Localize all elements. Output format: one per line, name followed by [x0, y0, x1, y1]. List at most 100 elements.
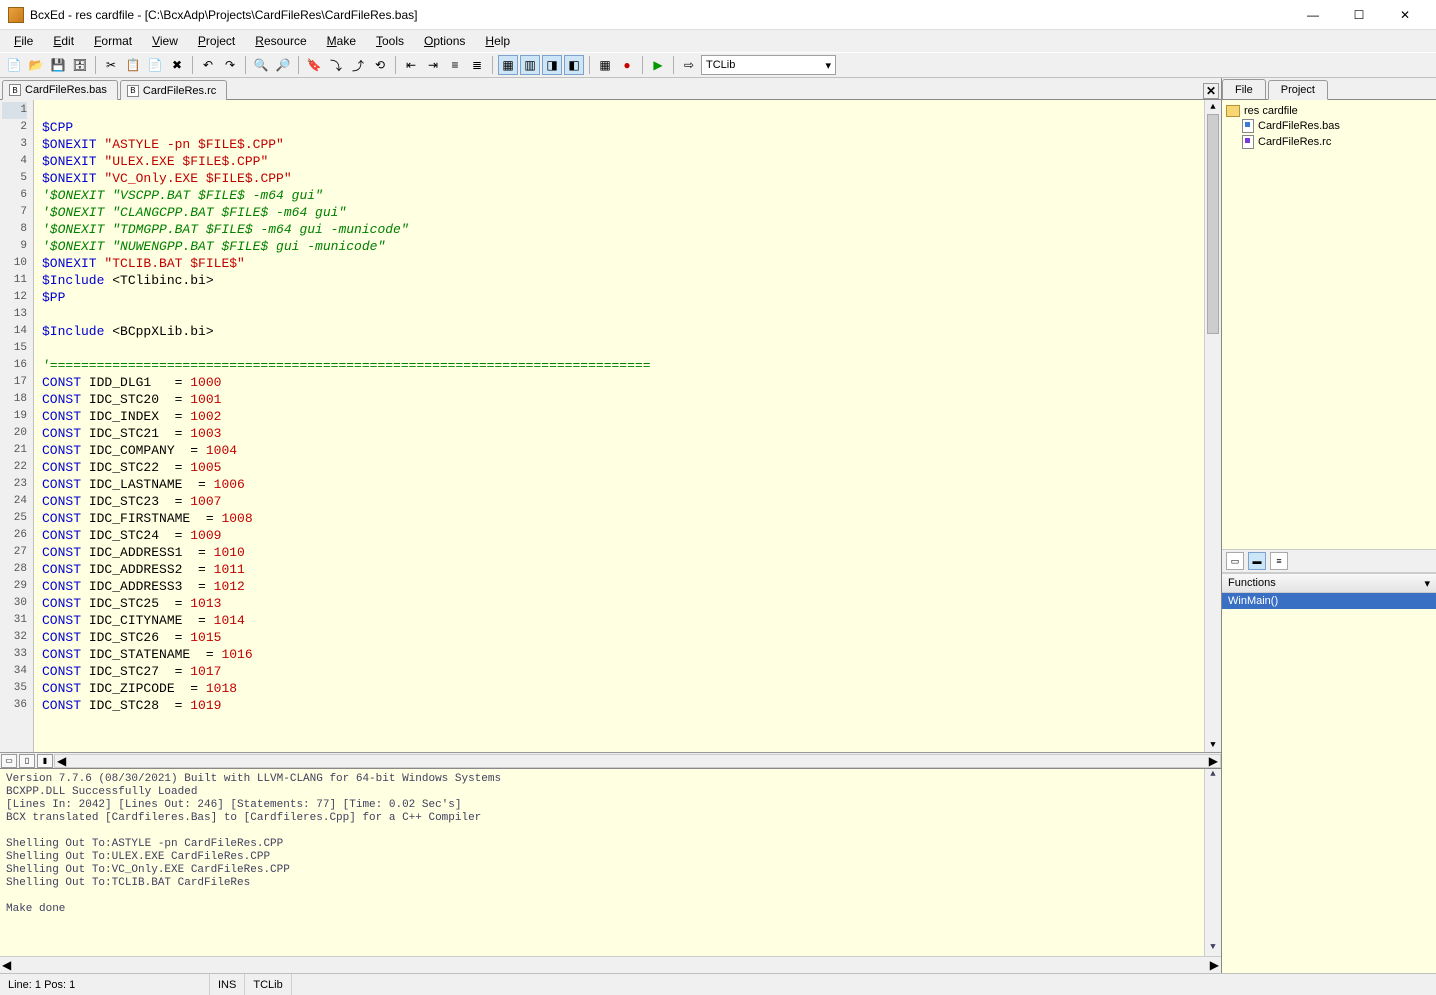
toolbar-separator	[192, 56, 193, 74]
scroll-up-icon[interactable]: ▲	[1205, 769, 1221, 783]
scroll-right-icon[interactable]: ▶	[1210, 958, 1219, 972]
editor-vertical-scrollbar[interactable]: ▲ ▼	[1204, 100, 1221, 752]
indent-button[interactable]: ⇥	[423, 55, 443, 75]
window-controls: — ☐ ✕	[1290, 0, 1428, 30]
scroll-up-icon[interactable]: ▲	[1205, 100, 1221, 114]
toggle-panel-1-button[interactable]: ▦	[498, 55, 518, 75]
toolbar-separator	[298, 56, 299, 74]
file-icon	[1242, 119, 1254, 133]
toolbar-separator	[95, 56, 96, 74]
replace-button[interactable]: 🔎	[273, 55, 293, 75]
tab-label: CardFileRes.rc	[143, 85, 216, 97]
find-button[interactable]: 🔍	[251, 55, 271, 75]
file-icon: B	[127, 85, 139, 97]
copy-button[interactable]: 📋	[123, 55, 143, 75]
status-bar: Line: 1 Pos: 1 INS TCLib	[0, 973, 1436, 995]
tree-file[interactable]: CardFileRes.bas	[1224, 118, 1434, 134]
side-view-2-button[interactable]: ▬	[1248, 552, 1266, 570]
chevron-down-icon: ▾	[1424, 577, 1430, 590]
uncomment-button[interactable]: ≣	[467, 55, 487, 75]
functions-list[interactable]: WinMain()	[1222, 593, 1436, 973]
menu-project[interactable]: Project	[190, 32, 243, 50]
scroll-left-icon[interactable]: ◀	[57, 754, 66, 768]
open-file-button[interactable]: 📂	[26, 55, 46, 75]
functions-label: Functions	[1228, 577, 1276, 589]
view-mode-3-button[interactable]: ▮	[37, 754, 53, 768]
file-tabs-row: B CardFileRes.bas B CardFileRes.rc ✕	[0, 78, 1221, 100]
scroll-left-icon[interactable]: ◀	[2, 958, 11, 972]
status-compiler: TCLib	[245, 974, 291, 995]
menu-help[interactable]: Help	[477, 32, 518, 50]
view-mode-1-button[interactable]: ▭	[1, 754, 17, 768]
side-view-1-button[interactable]: ▭	[1226, 552, 1244, 570]
menu-tools[interactable]: Tools	[368, 32, 412, 50]
redo-button[interactable]: ↷	[220, 55, 240, 75]
cut-button[interactable]: ✂	[101, 55, 121, 75]
new-file-button[interactable]: 📄	[4, 55, 24, 75]
scroll-down-icon[interactable]: ▼	[1205, 942, 1221, 956]
menu-options[interactable]: Options	[416, 32, 473, 50]
output-vertical-scrollbar[interactable]: ▲ ▼	[1204, 769, 1221, 956]
tree-file-label: CardFileRes.bas	[1258, 120, 1340, 132]
tab-label: CardFileRes.bas	[25, 84, 107, 96]
close-button[interactable]: ✕	[1382, 0, 1428, 30]
side-tabs: File Project	[1222, 78, 1436, 100]
toolbar-separator	[245, 56, 246, 74]
step-button[interactable]: ⇨	[679, 55, 699, 75]
project-tree[interactable]: res cardfile CardFileRes.bas CardFileRes.…	[1222, 100, 1436, 549]
bookmark-next-button[interactable]: ⤵	[326, 55, 346, 75]
output-text[interactable]: Version 7.7.6 (08/30/2021) Built with LL…	[0, 769, 1204, 956]
editor-horizontal-scrollbar[interactable]: ◀ ▶	[54, 754, 1221, 768]
menu-edit[interactable]: Edit	[45, 32, 82, 50]
menu-resource[interactable]: Resource	[247, 32, 314, 50]
toolbar-separator	[395, 56, 396, 74]
file-icon: B	[9, 84, 21, 96]
menu-bar: FileEditFormatViewProjectResource MakeToo…	[0, 30, 1436, 52]
run-button[interactable]: ▶	[648, 55, 668, 75]
minimize-button[interactable]: —	[1290, 0, 1336, 30]
code-editor[interactable]: 1234567891011121314151617181920212223242…	[0, 100, 1221, 752]
delete-button[interactable]: ✖	[167, 55, 187, 75]
bookmark-clear-button[interactable]: ⟲	[370, 55, 390, 75]
toolbar-separator	[589, 56, 590, 74]
close-tab-button[interactable]: ✕	[1203, 83, 1219, 99]
side-tab-project[interactable]: Project	[1268, 80, 1328, 100]
compiler-dropdown[interactable]: TCLib ▾	[701, 55, 836, 75]
scroll-right-icon[interactable]: ▶	[1209, 754, 1218, 768]
tree-file[interactable]: CardFileRes.rc	[1224, 134, 1434, 150]
outdent-button[interactable]: ⇤	[401, 55, 421, 75]
file-tab[interactable]: B CardFileRes.rc	[120, 80, 227, 100]
output-panel: Version 7.7.6 (08/30/2021) Built with LL…	[0, 768, 1221, 956]
scroll-down-icon[interactable]: ▼	[1205, 738, 1221, 752]
bookmark-prev-button[interactable]: ⤴	[348, 55, 368, 75]
title-bar: BcxEd - res cardfile - [C:\BcxAdp\Projec…	[0, 0, 1436, 30]
menu-view[interactable]: View	[144, 32, 186, 50]
bookmark-button[interactable]: 🔖	[304, 55, 324, 75]
maximize-button[interactable]: ☐	[1336, 0, 1382, 30]
file-tab[interactable]: B CardFileRes.bas	[2, 80, 118, 100]
functions-header[interactable]: Functions ▾	[1222, 573, 1436, 593]
view-mode-2-button[interactable]: ▯	[19, 754, 35, 768]
function-item[interactable]: WinMain()	[1222, 593, 1436, 609]
output-horizontal-scrollbar[interactable]: ◀ ▶	[0, 956, 1221, 973]
toggle-panel-3-button[interactable]: ◨	[542, 55, 562, 75]
menu-file[interactable]: File	[6, 32, 41, 50]
break-button[interactable]: ●	[617, 55, 637, 75]
save-all-button[interactable]: 🗄	[70, 55, 90, 75]
compiler-value: TCLib	[706, 59, 735, 71]
toggle-panel-2-button[interactable]: ▥	[520, 55, 540, 75]
grid-button[interactable]: ▦	[595, 55, 615, 75]
paste-button[interactable]: 📄	[145, 55, 165, 75]
folder-icon	[1226, 105, 1240, 117]
undo-button[interactable]: ↶	[198, 55, 218, 75]
save-button[interactable]: 💾	[48, 55, 68, 75]
menu-format[interactable]: Format	[86, 32, 140, 50]
comment-button[interactable]: ≡	[445, 55, 465, 75]
menu-make[interactable]: Make	[319, 32, 364, 50]
side-tab-file[interactable]: File	[1222, 79, 1266, 99]
tree-root[interactable]: res cardfile	[1224, 104, 1434, 118]
side-view-3-button[interactable]: ≡	[1270, 552, 1288, 570]
code-area[interactable]: $CPP$ONEXIT "ASTYLE -pn $FILE$.CPP"$ONEX…	[34, 100, 1204, 752]
scroll-thumb[interactable]	[1207, 114, 1219, 334]
toggle-panel-4-button[interactable]: ◧	[564, 55, 584, 75]
